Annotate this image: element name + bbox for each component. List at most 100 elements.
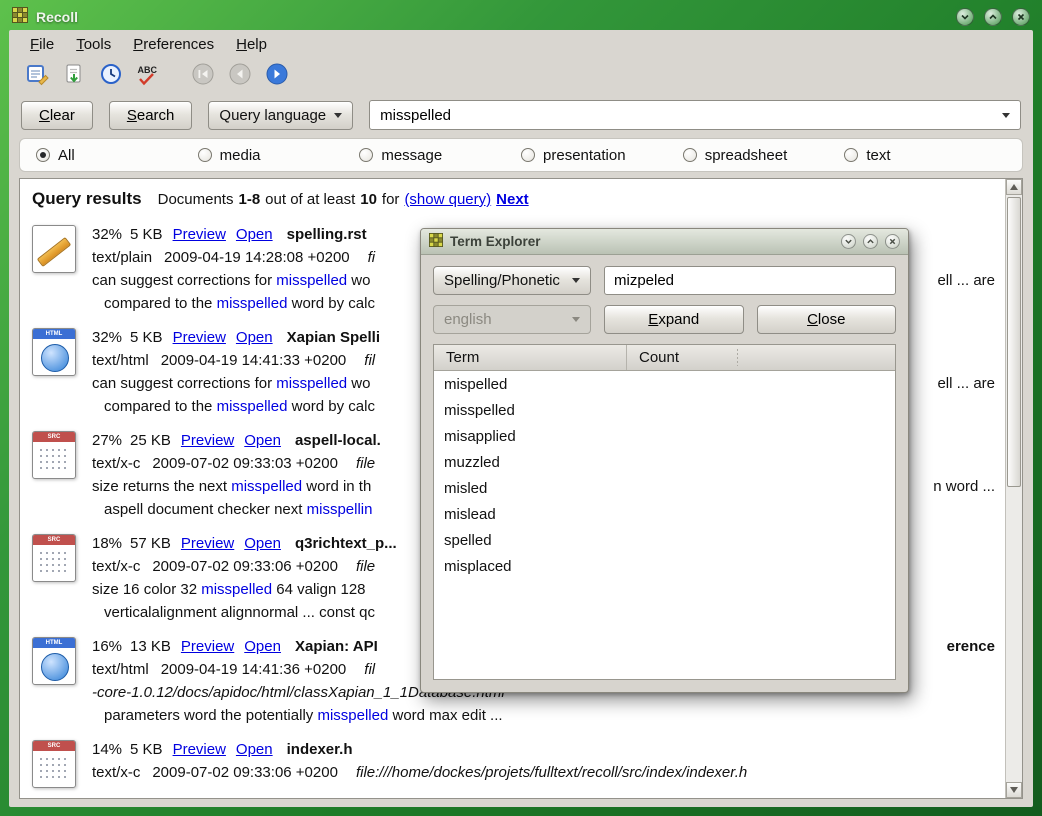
term-row[interactable]: misplaced [434,553,895,579]
result-date: 2009-07-02 09:33:06 +0200 [152,764,338,781]
radio-icon [844,148,858,162]
term-row[interactable]: mislead [434,501,895,527]
term-row[interactable]: spelled [434,527,895,553]
scrollbar-thumb[interactable] [1007,197,1021,487]
arrow-first-icon [191,62,215,90]
mime-type: text/x-c [92,455,140,472]
term-input[interactable] [604,266,896,295]
save-query-button[interactable] [60,62,88,90]
menu-tools[interactable]: Tools [67,33,120,56]
result-snippet: can suggest corrections for misspelled w… [92,375,370,392]
relevance-percent: 14% [92,741,122,758]
result-title-fragment: erence [947,635,995,658]
results-header: Query resultsDocuments1-8out of at least… [20,179,1005,214]
query-history-button[interactable] [97,62,125,90]
snippet-fragment: ell ... are [937,269,995,292]
scroll-down-button[interactable] [1006,782,1022,798]
expansion-mode-select[interactable]: Spelling/Phonetic [433,266,591,295]
preview-link[interactable]: Preview [181,535,234,552]
result-date: 2009-04-19 14:41:36 +0200 [161,661,347,678]
result-url: file [356,558,375,575]
search-button[interactable]: Search [109,101,193,130]
mime-type: text/html [92,352,149,369]
query-language-select[interactable]: Query language [208,101,353,130]
radio-icon [683,148,697,162]
result-snippet: compared to the misspelled word by calc [104,398,375,415]
open-link[interactable]: Open [236,226,273,243]
term-row[interactable]: misspelled [434,397,895,423]
snippet-fragment: ell ... are [937,372,995,395]
page-navigation [189,62,291,90]
term-explorer-button[interactable]: ABC [134,62,162,90]
file-size: 5 KB [130,226,163,243]
recoll-window: Recoll File Tools Preferences Help ABC [0,0,1042,816]
open-link[interactable]: Open [236,329,273,346]
open-link[interactable]: Open [236,741,273,758]
dialog-close-button[interactable] [885,234,900,249]
filter-text[interactable]: text [844,147,1006,164]
maximize-button[interactable] [984,8,1002,26]
clear-search-button[interactable] [23,62,51,90]
term-row[interactable]: mispelled [434,371,895,397]
term-row[interactable]: misled [434,475,895,501]
mime-type: text/html [92,661,149,678]
next-results-link[interactable]: Next [496,191,529,208]
recoll-app-icon [12,7,28,27]
expand-button[interactable]: Expand [604,305,744,334]
menu-file[interactable]: File [21,33,63,56]
filter-all[interactable]: All [36,147,198,164]
language-select[interactable]: english [433,305,591,334]
previous-page-button[interactable] [226,62,254,90]
preview-link[interactable]: Preview [173,226,226,243]
preview-link[interactable]: Preview [181,432,234,449]
open-link[interactable]: Open [244,535,281,552]
src-file-icon [32,740,76,788]
minimize-button[interactable] [956,8,974,26]
next-page-button[interactable] [263,62,291,90]
preview-link[interactable]: Preview [173,329,226,346]
menu-preferences[interactable]: Preferences [124,33,223,56]
chevron-down-icon[interactable] [1002,113,1010,118]
results-scrollbar[interactable] [1005,179,1022,798]
documents-label: Documents [158,191,234,208]
term-row[interactable]: misapplied [434,423,895,449]
dialog-maximize-button[interactable] [863,234,878,249]
scroll-up-button[interactable] [1006,179,1022,195]
term-row[interactable]: muzzled [434,449,895,475]
query-input[interactable] [380,107,1002,124]
menu-help[interactable]: Help [227,33,276,56]
html-file-icon [32,637,76,685]
spellcheck-icon: ABC [136,62,160,90]
filter-spreadsheet[interactable]: spreadsheet [683,147,845,164]
dialog-minimize-button[interactable] [841,234,856,249]
result-date: 2009-04-19 14:41:33 +0200 [161,352,347,369]
result-snippet: size 16 color 32 misspelled 64 valign 12… [92,581,366,598]
result-title: spelling.rst [287,226,367,243]
eraser-icon [25,62,49,90]
term-column-header[interactable]: Term [434,345,626,370]
chevron-down-icon [334,113,342,118]
close-button[interactable] [1012,8,1030,26]
show-query-link[interactable]: (show query) [404,191,491,208]
count-column-header[interactable]: Count [626,345,895,370]
close-dialog-button[interactable]: Close [757,305,897,334]
open-link[interactable]: Open [244,432,281,449]
filter-message[interactable]: message [359,147,521,164]
result-item: 14%5 KBPreviewOpenindexer.h text/x-c2009… [20,729,1005,790]
snippet-fragment: n word ... [933,475,995,498]
preview-link[interactable]: Preview [173,741,226,758]
preview-link[interactable]: Preview [181,638,234,655]
first-page-button[interactable] [189,62,217,90]
chevron-up-icon [866,234,875,249]
results-total: 10 [360,191,377,208]
query-input-combo[interactable] [369,100,1021,130]
mime-type: text/x-c [92,764,140,781]
term-table-body: mispelled misspelled misapplied muzzled … [434,371,895,579]
result-date: 2009-07-02 09:33:03 +0200 [152,455,338,472]
filter-media[interactable]: media [198,147,360,164]
clear-button[interactable]: Clear [21,101,93,130]
filter-presentation[interactable]: presentation [521,147,683,164]
open-link[interactable]: Open [244,638,281,655]
result-url: fi [368,249,376,266]
chevron-down-icon [572,317,580,322]
